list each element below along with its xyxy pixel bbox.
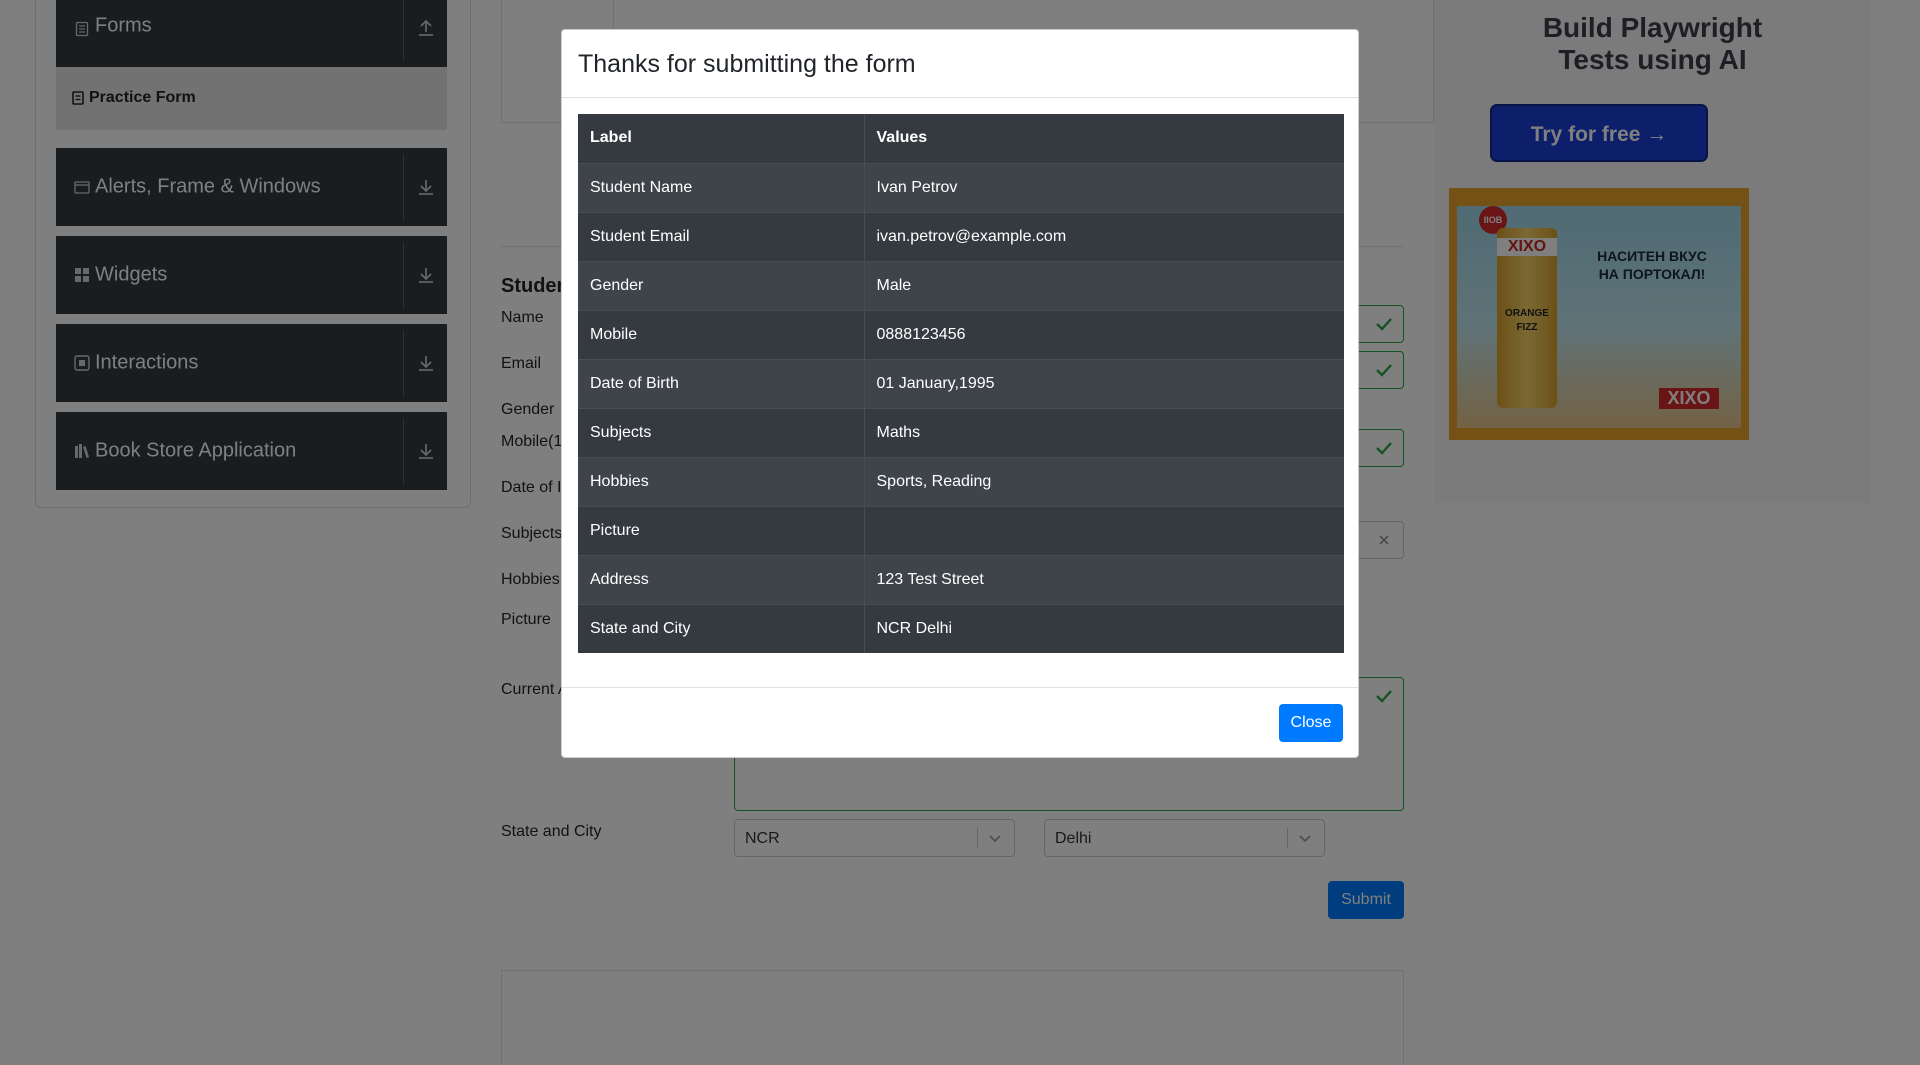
table-header-label: Label: [578, 114, 865, 163]
row-value: Sports, Reading: [864, 456, 1344, 506]
table-row: Address 123 Test Street: [578, 554, 1344, 604]
row-label: Student Email: [578, 211, 865, 261]
modal-header: Thanks for submitting the form: [562, 30, 1358, 98]
row-value: ivan.petrov@example.com: [864, 211, 1344, 261]
table-row: Subjects Maths: [578, 407, 1344, 457]
row-value: 123 Test Street: [864, 554, 1344, 604]
modal-footer: Close: [562, 687, 1358, 757]
row-label: Gender: [578, 260, 865, 310]
submission-modal: Thanks for submitting the form Label Val…: [561, 29, 1359, 758]
row-label: State and City: [578, 603, 865, 653]
table-row: Student Name Ivan Petrov: [578, 162, 1344, 212]
close-button[interactable]: Close: [1279, 704, 1343, 742]
modal-title: Thanks for submitting the form: [578, 50, 916, 78]
row-label: Student Name: [578, 162, 865, 212]
submission-table: Label Values Student Name Ivan Petrov Stu…: [578, 114, 1344, 653]
table-row: Picture: [578, 505, 1344, 555]
table-header-values: Values: [864, 114, 1344, 163]
table-row: Mobile 0888123456: [578, 309, 1344, 359]
row-value: Male: [864, 260, 1344, 310]
row-label: Date of Birth: [578, 358, 865, 408]
table-row: Gender Male: [578, 260, 1344, 310]
table-row: Student Email ivan.petrov@example.com: [578, 211, 1344, 261]
row-label: Picture: [578, 505, 865, 555]
table-row: Hobbies Sports, Reading: [578, 456, 1344, 506]
row-value: 0888123456: [864, 309, 1344, 359]
row-value: 01 January,1995: [864, 358, 1344, 408]
row-label: Address: [578, 554, 865, 604]
row-value: NCR Delhi: [864, 603, 1344, 653]
table-row: Date of Birth 01 January,1995: [578, 358, 1344, 408]
row-value: Maths: [864, 407, 1344, 457]
row-label: Hobbies: [578, 456, 865, 506]
table-row: State and City NCR Delhi: [578, 603, 1344, 653]
table-header-row: Label Values: [578, 114, 1344, 163]
row-value: Ivan Petrov: [864, 162, 1344, 212]
row-value: [864, 505, 1344, 555]
row-label: Subjects: [578, 407, 865, 457]
row-label: Mobile: [578, 309, 865, 359]
